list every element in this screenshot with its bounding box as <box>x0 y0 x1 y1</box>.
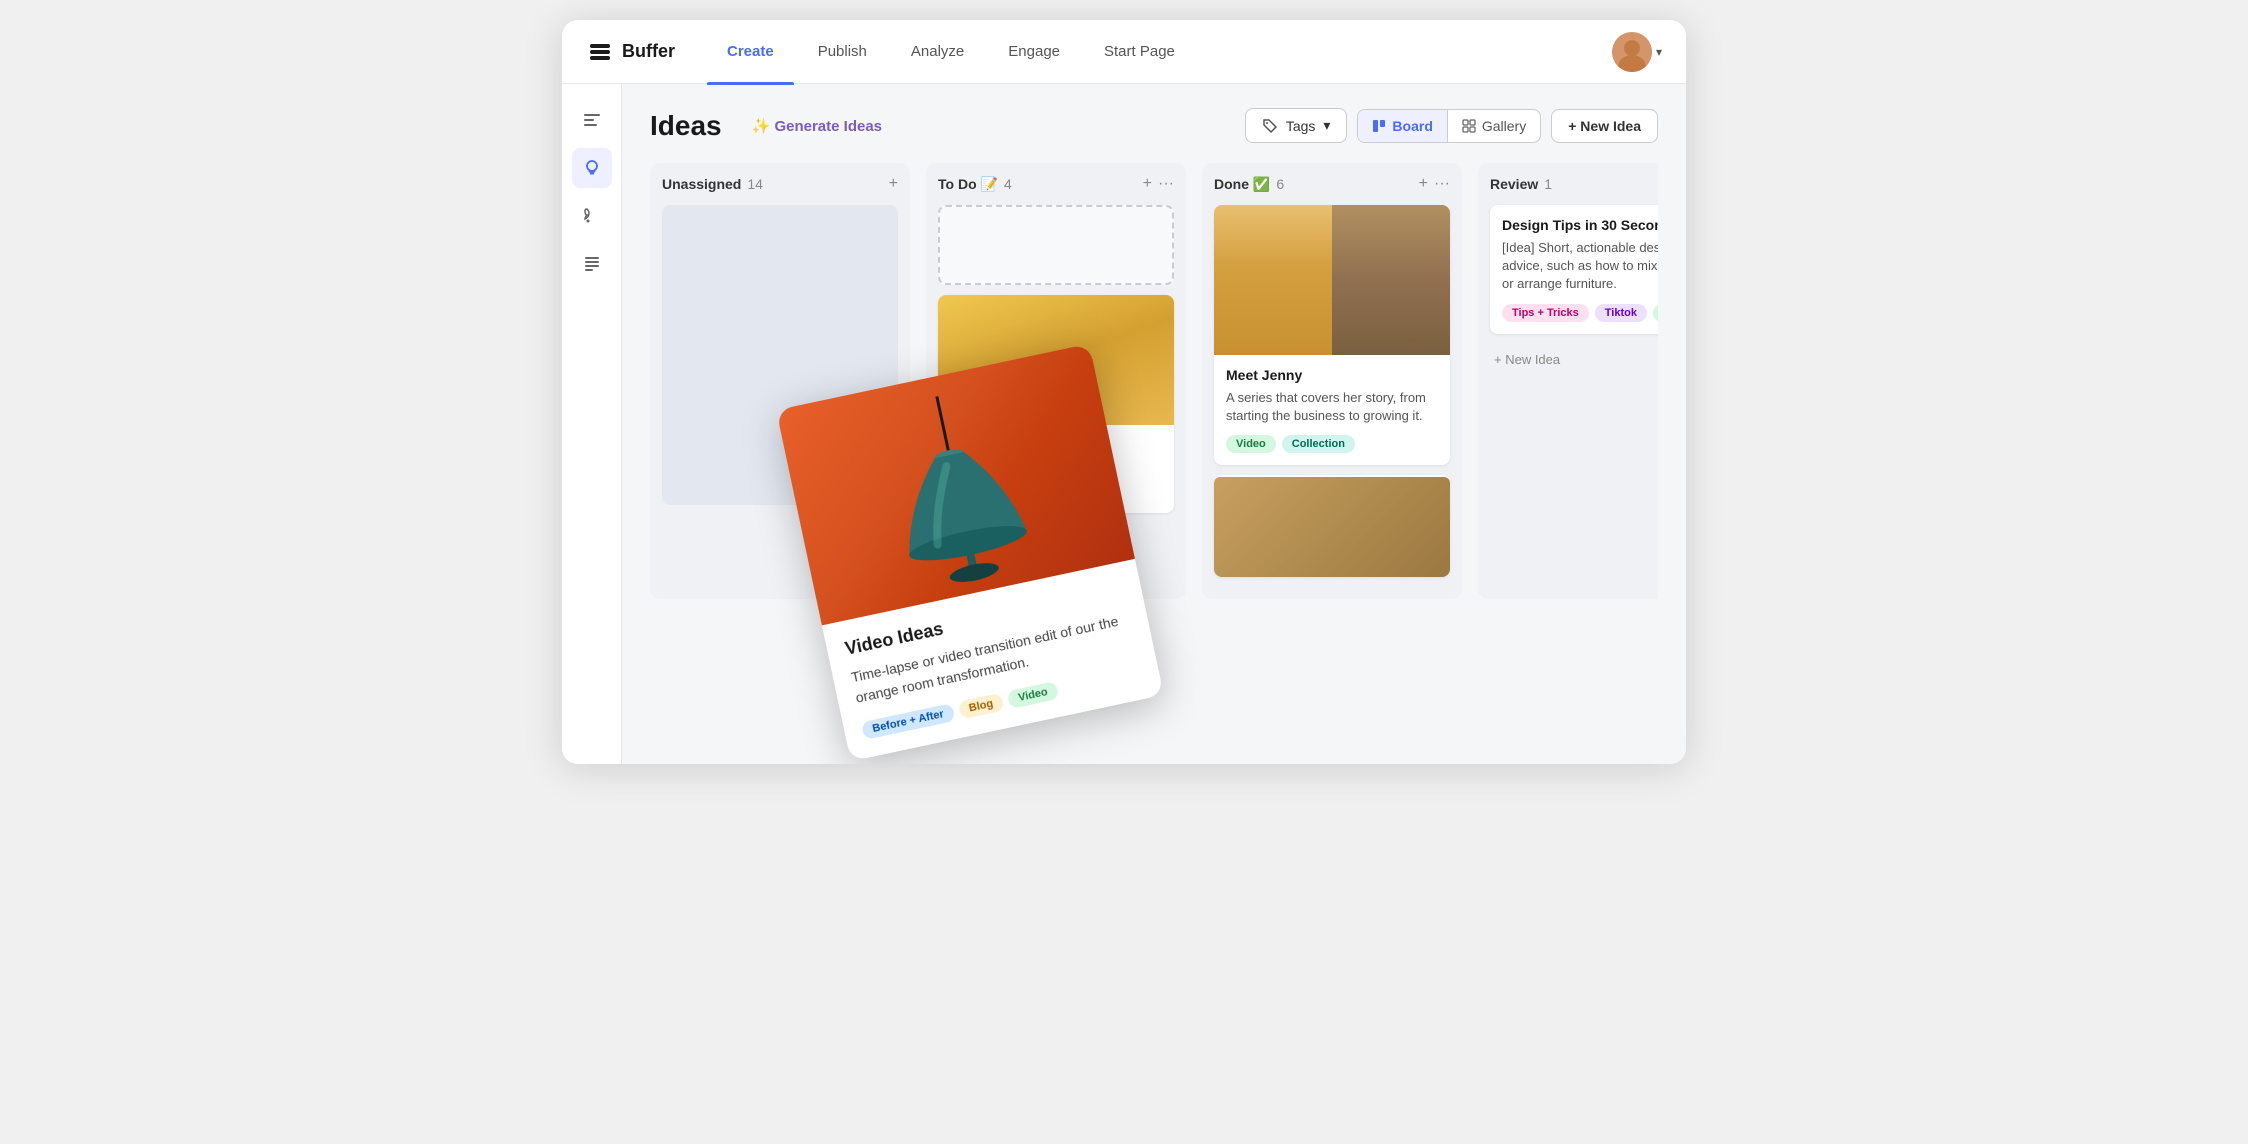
nav-analyze[interactable]: Analyze <box>891 35 984 68</box>
generate-ideas-button[interactable]: ✨ Generate Ideas <box>742 111 892 141</box>
column-unassigned-header: Unassigned 14 + <box>662 175 898 193</box>
column-done-more[interactable]: ··· <box>1434 175 1450 193</box>
avatar-caret[interactable]: ▾ <box>1656 45 1662 59</box>
tag-video-jenny[interactable]: Video <box>1226 435 1276 453</box>
tag-blog[interactable]: Blog <box>957 693 1004 720</box>
top-nav: Buffer Create Publish Analyze Engage Sta… <box>562 20 1686 84</box>
nav-publish[interactable]: Publish <box>798 35 887 68</box>
column-todo-title: To Do 📝 4 <box>938 176 1012 193</box>
column-todo-actions: + ··· <box>1143 175 1174 193</box>
avatar[interactable] <box>1612 32 1652 72</box>
nav-engage[interactable]: Engage <box>988 35 1080 68</box>
board-view-button[interactable]: Board <box>1358 110 1446 142</box>
main-layout: Ideas ✨ Generate Ideas Tags ▾ <box>562 84 1686 764</box>
card-placeholder <box>938 205 1174 285</box>
column-unassigned-actions: + <box>889 175 898 193</box>
meet-jenny-tags: Video Collection <box>1226 435 1438 453</box>
logo[interactable]: Buffer <box>586 38 675 66</box>
tag-video-drag[interactable]: Video <box>1007 681 1059 709</box>
design-tips-body: Design Tips in 30 Seconds [Idea] Short, … <box>1490 205 1658 334</box>
card-meet-jenny[interactable]: Meet Jenny A series that covers her stor… <box>1214 205 1450 465</box>
board: Unassigned 14 + <box>650 163 1658 607</box>
design-tips-tags: Tips + Tricks Tiktok Video <box>1502 304 1658 322</box>
review-add-idea-button[interactable]: + New Idea <box>1490 344 1658 375</box>
tags-chevron: ▾ <box>1323 117 1330 134</box>
tag-video-tips[interactable]: Video <box>1653 304 1658 322</box>
tags-button[interactable]: Tags ▾ <box>1245 108 1348 143</box>
design-tips-text: [Idea] Short, actionable design advice, … <box>1502 239 1658 294</box>
tag-before-after[interactable]: Before + After <box>861 703 955 740</box>
sidebar-ideas-icon[interactable] <box>572 148 612 188</box>
logo-text: Buffer <box>622 41 675 62</box>
buffer-logo-icon <box>586 38 614 66</box>
card-bottom-done[interactable] <box>1214 475 1450 577</box>
design-tips-title: Design Tips in 30 Seconds <box>1502 217 1658 233</box>
view-toggle: Board Gallery <box>1357 109 1541 143</box>
tag-tiktok[interactable]: Tiktok <box>1595 304 1647 322</box>
avatar-image <box>1612 32 1652 72</box>
tag-collection[interactable]: Collection <box>1282 435 1355 453</box>
sidebar-content-icon[interactable] <box>572 244 612 284</box>
column-review-title: Review 1 <box>1490 176 1552 192</box>
sidebar-collapse-icon[interactable] <box>572 100 612 140</box>
column-todo-add[interactable]: + <box>1143 175 1152 193</box>
page-header: Ideas ✨ Generate Ideas Tags ▾ <box>650 108 1658 143</box>
tags-label: Tags <box>1286 118 1316 134</box>
column-done-actions: + ··· <box>1419 175 1450 193</box>
gallery-view-button[interactable]: Gallery <box>1447 110 1540 142</box>
column-unassigned-add[interactable]: + <box>889 175 898 193</box>
tag-icon <box>1262 118 1278 134</box>
meet-jenny-title: Meet Jenny <box>1226 367 1438 383</box>
column-done: Done ✅ 6 + ··· <box>1202 163 1462 599</box>
page-title-area: Ideas ✨ Generate Ideas <box>650 110 892 142</box>
nav-create[interactable]: Create <box>707 35 794 68</box>
column-done-header: Done ✅ 6 + ··· <box>1214 175 1450 193</box>
nav-start-page[interactable]: Start Page <box>1084 35 1195 68</box>
content-area: Ideas ✨ Generate Ideas Tags ▾ <box>622 84 1686 764</box>
meet-jenny-body: Meet Jenny A series that covers her stor… <box>1214 355 1450 465</box>
sidebar <box>562 84 622 764</box>
page-title: Ideas <box>650 110 722 142</box>
sidebar-feed-icon[interactable] <box>572 196 612 236</box>
board-icon <box>1372 119 1386 133</box>
column-done-title: Done ✅ 6 <box>1214 176 1284 193</box>
new-idea-button[interactable]: + New Idea <box>1551 109 1658 143</box>
card-design-tips[interactable]: Design Tips in 30 Seconds [Idea] Short, … <box>1490 205 1658 334</box>
column-review: Review 1 + ··· Design Tips in 30 Seco <box>1478 163 1658 599</box>
column-review-header: Review 1 + ··· <box>1490 175 1658 193</box>
bottom-done-image <box>1214 477 1450 577</box>
user-menu[interactable]: ▾ <box>1612 32 1662 72</box>
board-label: Board <box>1392 118 1432 134</box>
gallery-label: Gallery <box>1482 118 1526 134</box>
column-done-add[interactable]: + <box>1419 175 1428 193</box>
header-actions: Tags ▾ Board <box>1245 108 1658 143</box>
tag-tips-tricks[interactable]: Tips + Tricks <box>1502 304 1589 322</box>
column-todo-more[interactable]: ··· <box>1158 175 1174 193</box>
meet-jenny-text: A series that covers her story, from sta… <box>1226 389 1438 425</box>
column-todo-header: To Do 📝 4 + ··· <box>938 175 1174 193</box>
gallery-icon <box>1462 119 1476 133</box>
board-wrapper: Unassigned 14 + <box>650 163 1658 607</box>
nav-items: Create Publish Analyze Engage Start Page <box>707 35 1612 68</box>
candle-image <box>1214 205 1450 355</box>
column-unassigned-title: Unassigned 14 <box>662 176 763 192</box>
